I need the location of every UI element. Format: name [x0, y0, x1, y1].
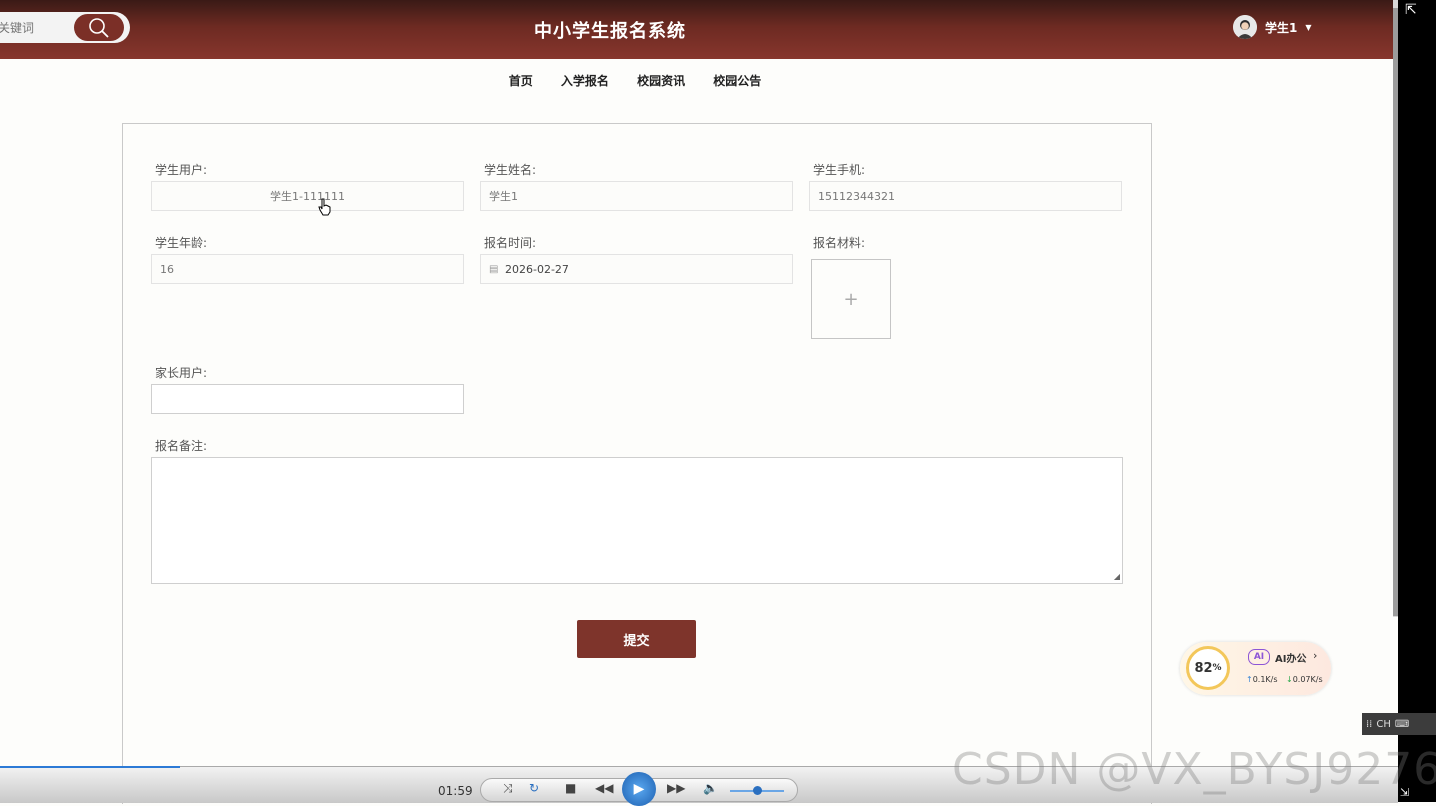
student-phone-label: 学生手机: [813, 163, 866, 177]
submit-button[interactable]: 提交 [577, 620, 696, 658]
cpu-percent: 82 [1194, 660, 1213, 676]
nav-news[interactable]: 校园资讯 [637, 74, 685, 88]
ime-language: CH [1376, 718, 1391, 730]
system-monitor-widget[interactable]: 82% AI AI办公 › ↑0.1K/s ↓0.07K/s [1180, 642, 1331, 695]
nav-home[interactable]: 首页 [509, 74, 533, 88]
chevron-down-icon: ▼ [1305, 22, 1312, 32]
stop-icon[interactable]: ■ [565, 781, 576, 795]
upload-speed-value: 0.1K/s [1252, 675, 1278, 684]
user-name: 学生1 [1265, 20, 1298, 35]
ime-toolbar[interactable]: ⁞⁞ CH ⌨ [1362, 713, 1436, 735]
student-age-field[interactable]: 16 [151, 254, 464, 284]
ai-icon: AI [1248, 649, 1270, 665]
shuffle-icon[interactable]: ⤨ [503, 781, 513, 796]
fast-forward-icon[interactable]: ▶▶ [667, 781, 685, 795]
enroll-form: 学生用户: 学生1-111111 学生姓名: 学生1 学生手机: 1511234… [122, 123, 1152, 804]
ai-office-label: AI办公 [1275, 654, 1307, 665]
chevron-right-icon: › [1313, 649, 1318, 662]
student-phone-field[interactable]: 15112344321 [809, 181, 1122, 211]
play-icon: ▶ [633, 781, 645, 797]
parent-user-input[interactable] [151, 384, 464, 414]
hand-cursor-icon [318, 198, 331, 216]
cpu-gauge: 82% [1186, 646, 1230, 690]
top-header: 中小学生报名系统 学生1 ▼ [0, 0, 1393, 59]
parent-user-label: 家长用户: [155, 366, 208, 380]
signup-time-picker[interactable]: ▤ 2026-02-27 [480, 254, 793, 284]
volume-knob[interactable] [753, 786, 762, 795]
download-speed: ↓0.07K/s [1286, 675, 1323, 684]
plus-icon: + [843, 288, 859, 310]
arrow-down-icon: ↓ [1286, 675, 1293, 684]
repeat-icon[interactable]: ↻ [529, 781, 539, 795]
download-speed-value: 0.07K/s [1292, 675, 1323, 684]
collapse-icon[interactable]: ⇱ [1405, 2, 1417, 18]
student-name-label: 学生姓名: [484, 163, 537, 177]
student-age-label: 学生年龄: [155, 236, 208, 250]
student-user-field[interactable]: 学生1-111111 [151, 181, 464, 211]
student-name-field[interactable]: 学生1 [480, 181, 793, 211]
nav-enroll[interactable]: 入学报名 [561, 74, 609, 88]
remark-textarea[interactable]: ◢ [151, 457, 1123, 584]
upload-speed: ↑0.1K/s [1246, 675, 1278, 684]
grip-icon: ⁞⁞ [1366, 718, 1373, 730]
playback-time: 01:59 [438, 784, 473, 798]
playback-progress[interactable] [0, 766, 180, 768]
volume-icon[interactable]: 🔈 [703, 781, 718, 795]
site-title: 中小学生报名系统 [534, 21, 686, 42]
keyboard-icon: ⌨ [1394, 718, 1410, 730]
student-user-label: 学生用户: [155, 163, 208, 177]
material-label: 报名材料: [813, 236, 866, 250]
play-button[interactable]: ▶ [622, 772, 656, 806]
side-black-strip [1398, 0, 1436, 802]
avatar [1233, 15, 1257, 39]
main-nav: 首页 入学报名 校园资讯 校园公告 [0, 72, 1270, 89]
watermark: CSDN @VX_BYSJ9276 [952, 744, 1436, 795]
resize-handle-icon[interactable]: ◢ [1114, 572, 1120, 581]
signup-time-label: 报名时间: [484, 236, 537, 250]
user-menu[interactable]: 学生1 ▼ [1233, 15, 1312, 39]
remark-label: 报名备注: [155, 439, 208, 453]
signup-time-value: 2026-02-27 [505, 263, 569, 276]
calendar-icon: ▤ [489, 264, 499, 275]
nav-notice[interactable]: 校园公告 [713, 74, 761, 88]
arrow-up-icon: ↑ [1246, 675, 1253, 684]
rewind-icon[interactable]: ◀◀ [595, 781, 613, 795]
upload-button[interactable]: + [811, 259, 891, 339]
percent-sign: % [1212, 663, 1222, 673]
